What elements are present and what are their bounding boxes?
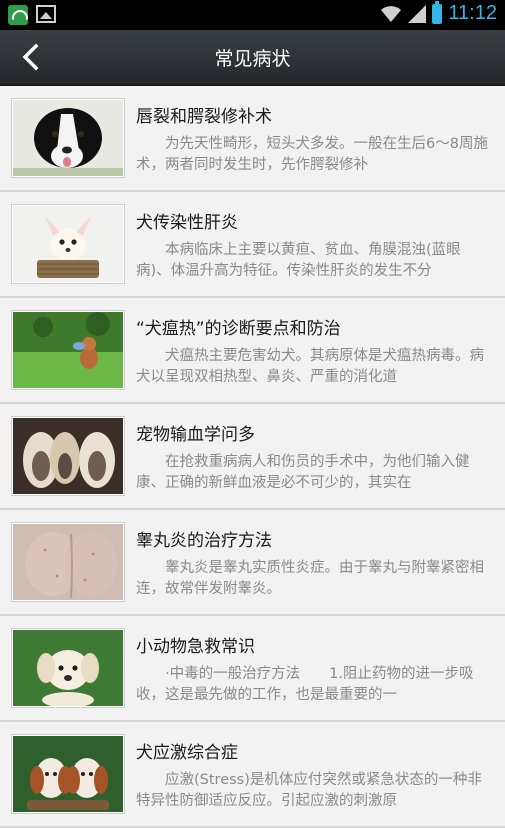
item-title: 唇裂和腭裂修补术 [136,107,272,127]
item-title: 犬应激综合症 [136,743,238,763]
item-title: 宠物输血学问多 [136,425,255,445]
item-title: 睾丸炎的治疗方法 [136,531,272,551]
item-description: 在抢救重病病人和伤员的手术中，为他们输入健康、正确的新鲜血液是必不可少的，其实在 [136,454,470,491]
item-description: ·中毒的一般治疗方法 1.阻止药物的进一步吸收，这是最先做的工作，也是最重要的一 [136,666,474,703]
labrador-puppy-thumbnail [11,628,125,708]
signal-icon [408,4,427,23]
item-description: 为先天性畸形，短头犬多发。一般在生后6～8周施术，两者同时发生时，先作腭裂修补 [136,136,488,173]
title-bar: 常见病状 [0,30,505,86]
item-title: 小动物急救常识 [136,637,255,657]
basset-hound-puppies-thumbnail [11,734,125,814]
item-description: 本病临床上主要以黄疸、贫血、角膜混浊(蓝眼病)、体温升高为特征。传染性肝炎的发生… [136,242,461,279]
list-item[interactable]: 唇裂和腭裂修补术 为先天性畸形，短头犬多发。一般在生后6～8周施术，两者同时发生… [0,86,505,192]
white-chihuahua-thumbnail [11,204,125,284]
list-item[interactable]: 小动物急救常识 ·中毒的一般治疗方法 1.阻止药物的进一步吸收，这是最先做的工作… [0,616,505,722]
app-notification-icon [8,5,28,25]
item-title: “犬瘟热”的诊断要点和防治 [136,319,341,339]
wifi-icon [381,5,402,22]
article-list: 唇裂和腭裂修补术 为先天性畸形，短头犬多发。一般在生后6～8周施术，两者同时发生… [0,86,505,828]
chinese-crested-dogs-thumbnail [11,416,125,496]
item-description: 应激(Stress)是机体应付突然或紧急状态的一种非特异性防御适应反应。引起应激… [136,772,482,809]
battery-icon [432,0,443,24]
item-description: 睾丸炎是睾丸实质性炎症。由于睾丸与附睾紧密相连，故常伴发附睾炎。 [136,560,484,597]
clock-time: 11:12 [448,2,497,24]
list-item[interactable]: 宠物输血学问多 在抢救重病病人和伤员的手术中，为他们输入健康、正确的新鲜血液是必… [0,404,505,510]
page-title: 常见病状 [214,48,291,70]
poodle-on-grass-thumbnail [11,310,125,390]
skin-closeup-thumbnail [11,522,125,602]
item-title: 犬传染性肝炎 [136,213,238,233]
list-item[interactable]: 犬传染性肝炎 本病临床上主要以黄疸、贫血、角膜混浊(蓝眼病)、体温升高为特征。传… [0,192,505,298]
image-notification-icon [36,5,56,23]
status-bar: 11:12 [0,0,505,30]
list-item[interactable]: “犬瘟热”的诊断要点和防治 犬瘟热主要危害幼犬。其病原体是犬瘟热病毒。病犬以呈现… [0,298,505,404]
item-description: 犬瘟热主要危害幼犬。其病原体是犬瘟热病毒。病犬以呈现双相热型、鼻炎、严重的消化道 [136,348,484,385]
border-collie-puppy-thumbnail [11,98,125,178]
list-item[interactable]: 犬应激综合症 应激(Stress)是机体应付突然或紧急状态的一种非特异性防御适应… [0,722,505,828]
list-item[interactable]: 睾丸炎的治疗方法 睾丸炎是睾丸实质性炎症。由于睾丸与附睾紧密相连，故常伴发附睾炎… [0,510,505,616]
